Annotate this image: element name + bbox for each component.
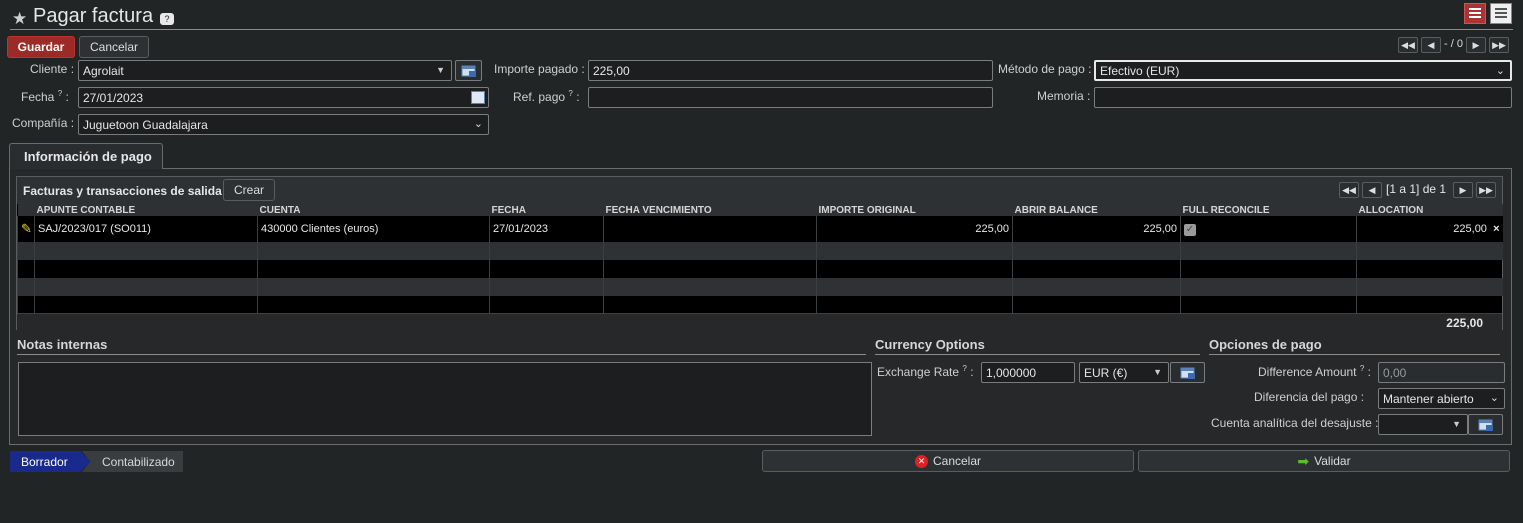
cell-abrir-balance: 225,00 — [1012, 216, 1181, 242]
exchange-rate-field[interactable]: 1,000000 — [981, 362, 1075, 383]
memoria-label: Memoria : — [1037, 89, 1091, 103]
diferencia-pago-select[interactable]: Mantener abierto ⌄ — [1378, 388, 1505, 409]
memoria-field[interactable] — [1094, 87, 1512, 108]
table-row-empty — [17, 278, 1503, 296]
notes-divider — [17, 354, 866, 355]
save-button[interactable]: Guardar — [7, 36, 75, 58]
currency-options-title: Currency Options — [875, 337, 985, 352]
tab-informacion-pago[interactable]: Información de pago — [9, 143, 163, 169]
compania-select[interactable]: Juguetoon Guadalajara ⌄ — [78, 114, 489, 135]
dropdown-caret-icon[interactable]: ▼ — [1153, 367, 1162, 377]
calendar-icon[interactable] — [471, 91, 485, 104]
create-button[interactable]: Crear — [223, 179, 275, 201]
grid-title: Facturas y transacciones de salida — [23, 184, 222, 198]
metodo-label: Método de pago : — [998, 62, 1092, 76]
cell-allocation: 225,00 × — [1356, 216, 1503, 242]
delete-row-icon[interactable]: × — [1493, 223, 1499, 235]
column-header-vencimiento[interactable]: Fecha vencimiento — [603, 204, 817, 216]
title-divider — [10, 29, 1513, 30]
help-icon[interactable]: ? — [160, 13, 174, 25]
page-title: Pagar factura — [33, 5, 154, 27]
cancel-button[interactable]: Cancelar — [79, 36, 149, 58]
currency-select[interactable]: EUR (€) ▼ — [1079, 362, 1169, 383]
difference-amount-field: 0,00 — [1378, 362, 1505, 383]
column-header-select — [17, 204, 35, 216]
grid-pager: [1 a 1] de 1 — [1386, 182, 1447, 196]
grid-prev-page-icon[interactable]: ◀ — [1362, 182, 1382, 198]
grid-footer: 225,00 — [17, 313, 1502, 330]
fecha-field[interactable]: 27/01/2023 — [78, 87, 489, 108]
grid-first-page-icon[interactable]: ◀◀ — [1339, 182, 1359, 198]
compania-label: Compañía : — [12, 116, 75, 130]
cell-vencimiento — [603, 216, 817, 242]
table-row-empty — [17, 296, 1503, 314]
grid-last-page-icon[interactable]: ▶▶ — [1476, 182, 1496, 198]
cancel-icon: ✕ — [914, 454, 928, 468]
open-currency-icon[interactable] — [1170, 362, 1205, 383]
edit-pencil-icon[interactable]: ✎ — [17, 216, 35, 242]
table-row-empty — [17, 260, 1503, 278]
column-header-fecha[interactable]: Fecha — [489, 204, 604, 216]
cliente-field[interactable]: Agrolait ▼ — [78, 60, 452, 81]
cell-importe-original: 225,00 — [816, 216, 1013, 242]
open-record-icon[interactable] — [455, 60, 482, 81]
grid-table: Apunte contable Cuenta Fecha Fecha venci… — [17, 204, 1503, 314]
grid-next-page-icon[interactable]: ▶ — [1453, 182, 1473, 198]
validate-arrow-icon: ➡ — [1297, 452, 1310, 469]
exchange-rate-label: Exchange Rate ? : — [877, 364, 974, 379]
last-record-icon[interactable]: ▶▶ — [1489, 37, 1509, 53]
chevron-down-icon: ⌄ — [1489, 392, 1499, 404]
full-reconcile-checkbox[interactable]: ✓ — [1184, 223, 1196, 236]
notes-title: Notas internas — [17, 337, 108, 352]
next-record-icon[interactable]: ▶ — [1466, 37, 1486, 53]
importe-label: Importe pagado : — [494, 62, 585, 76]
payment-options-title: Opciones de pago — [1209, 337, 1322, 352]
prev-record-icon[interactable]: ◀ — [1421, 37, 1441, 53]
table-row-empty — [17, 242, 1503, 260]
cell-cuenta: 430000 Clientes (euros) — [257, 216, 490, 242]
footer-cancel-button[interactable]: ✕ Cancelar — [762, 450, 1134, 472]
diferencia-pago-label: Diferencia del pago : — [1254, 390, 1365, 404]
metodo-pago-select[interactable]: Efectivo (EUR) ⌄ — [1094, 60, 1512, 81]
chevron-down-icon: ⌄ — [1495, 65, 1505, 77]
invoices-grid: Facturas y transacciones de salida Crear… — [16, 176, 1503, 330]
ref-pago-label: Ref. pago ? : — [513, 89, 580, 104]
payment-options-divider — [1209, 354, 1500, 355]
currency-divider — [875, 354, 1200, 355]
column-header-full-reconcile[interactable]: Full reconcile — [1180, 204, 1357, 216]
column-header-apunte[interactable]: Apunte contable — [34, 204, 258, 216]
table-row[interactable]: ✎ SAJ/2023/017 (SO011) 430000 Clientes (… — [17, 216, 1503, 242]
status-draft: Borrador — [10, 451, 90, 472]
ref-pago-field[interactable] — [588, 87, 993, 108]
cell-full-reconcile: ✓ — [1180, 216, 1357, 242]
cuenta-analitica-field[interactable]: ▼ — [1378, 414, 1468, 435]
grid-total: 225,00 — [1446, 316, 1483, 330]
chevron-down-icon: ⌄ — [473, 118, 483, 130]
validate-button[interactable]: ➡ Validar — [1138, 450, 1510, 472]
cuenta-analitica-label: Cuenta analítica del desajuste : — [1211, 416, 1379, 430]
column-header-abrir-balance[interactable]: Abrir balance — [1012, 204, 1181, 216]
column-header-allocation[interactable]: Allocation — [1356, 204, 1503, 216]
dropdown-caret-icon[interactable]: ▼ — [436, 65, 445, 75]
cell-apunte: SAJ/2023/017 (SO011) — [34, 216, 258, 242]
record-pager: - / 0 — [1444, 38, 1463, 50]
first-record-icon[interactable]: ◀◀ — [1398, 37, 1418, 53]
cell-fecha: 27/01/2023 — [489, 216, 604, 242]
form-view-icon[interactable] — [1490, 3, 1512, 24]
list-view-icon[interactable] — [1464, 3, 1486, 24]
cliente-label: Cliente : — [30, 62, 75, 76]
column-header-cuenta[interactable]: Cuenta — [257, 204, 490, 216]
star-icon[interactable]: ★ — [12, 9, 27, 29]
column-header-importe-original[interactable]: Importe original — [816, 204, 1013, 216]
open-cuenta-icon[interactable] — [1468, 414, 1503, 435]
dropdown-caret-icon[interactable]: ▼ — [1452, 419, 1461, 429]
status-posted: Contabilizado — [82, 451, 183, 472]
notes-textarea[interactable] — [18, 362, 872, 436]
fecha-label: Fecha ? : — [21, 89, 69, 104]
difference-amount-label: Difference Amount ? : — [1258, 364, 1371, 379]
importe-field[interactable]: 225,00 — [588, 60, 993, 81]
